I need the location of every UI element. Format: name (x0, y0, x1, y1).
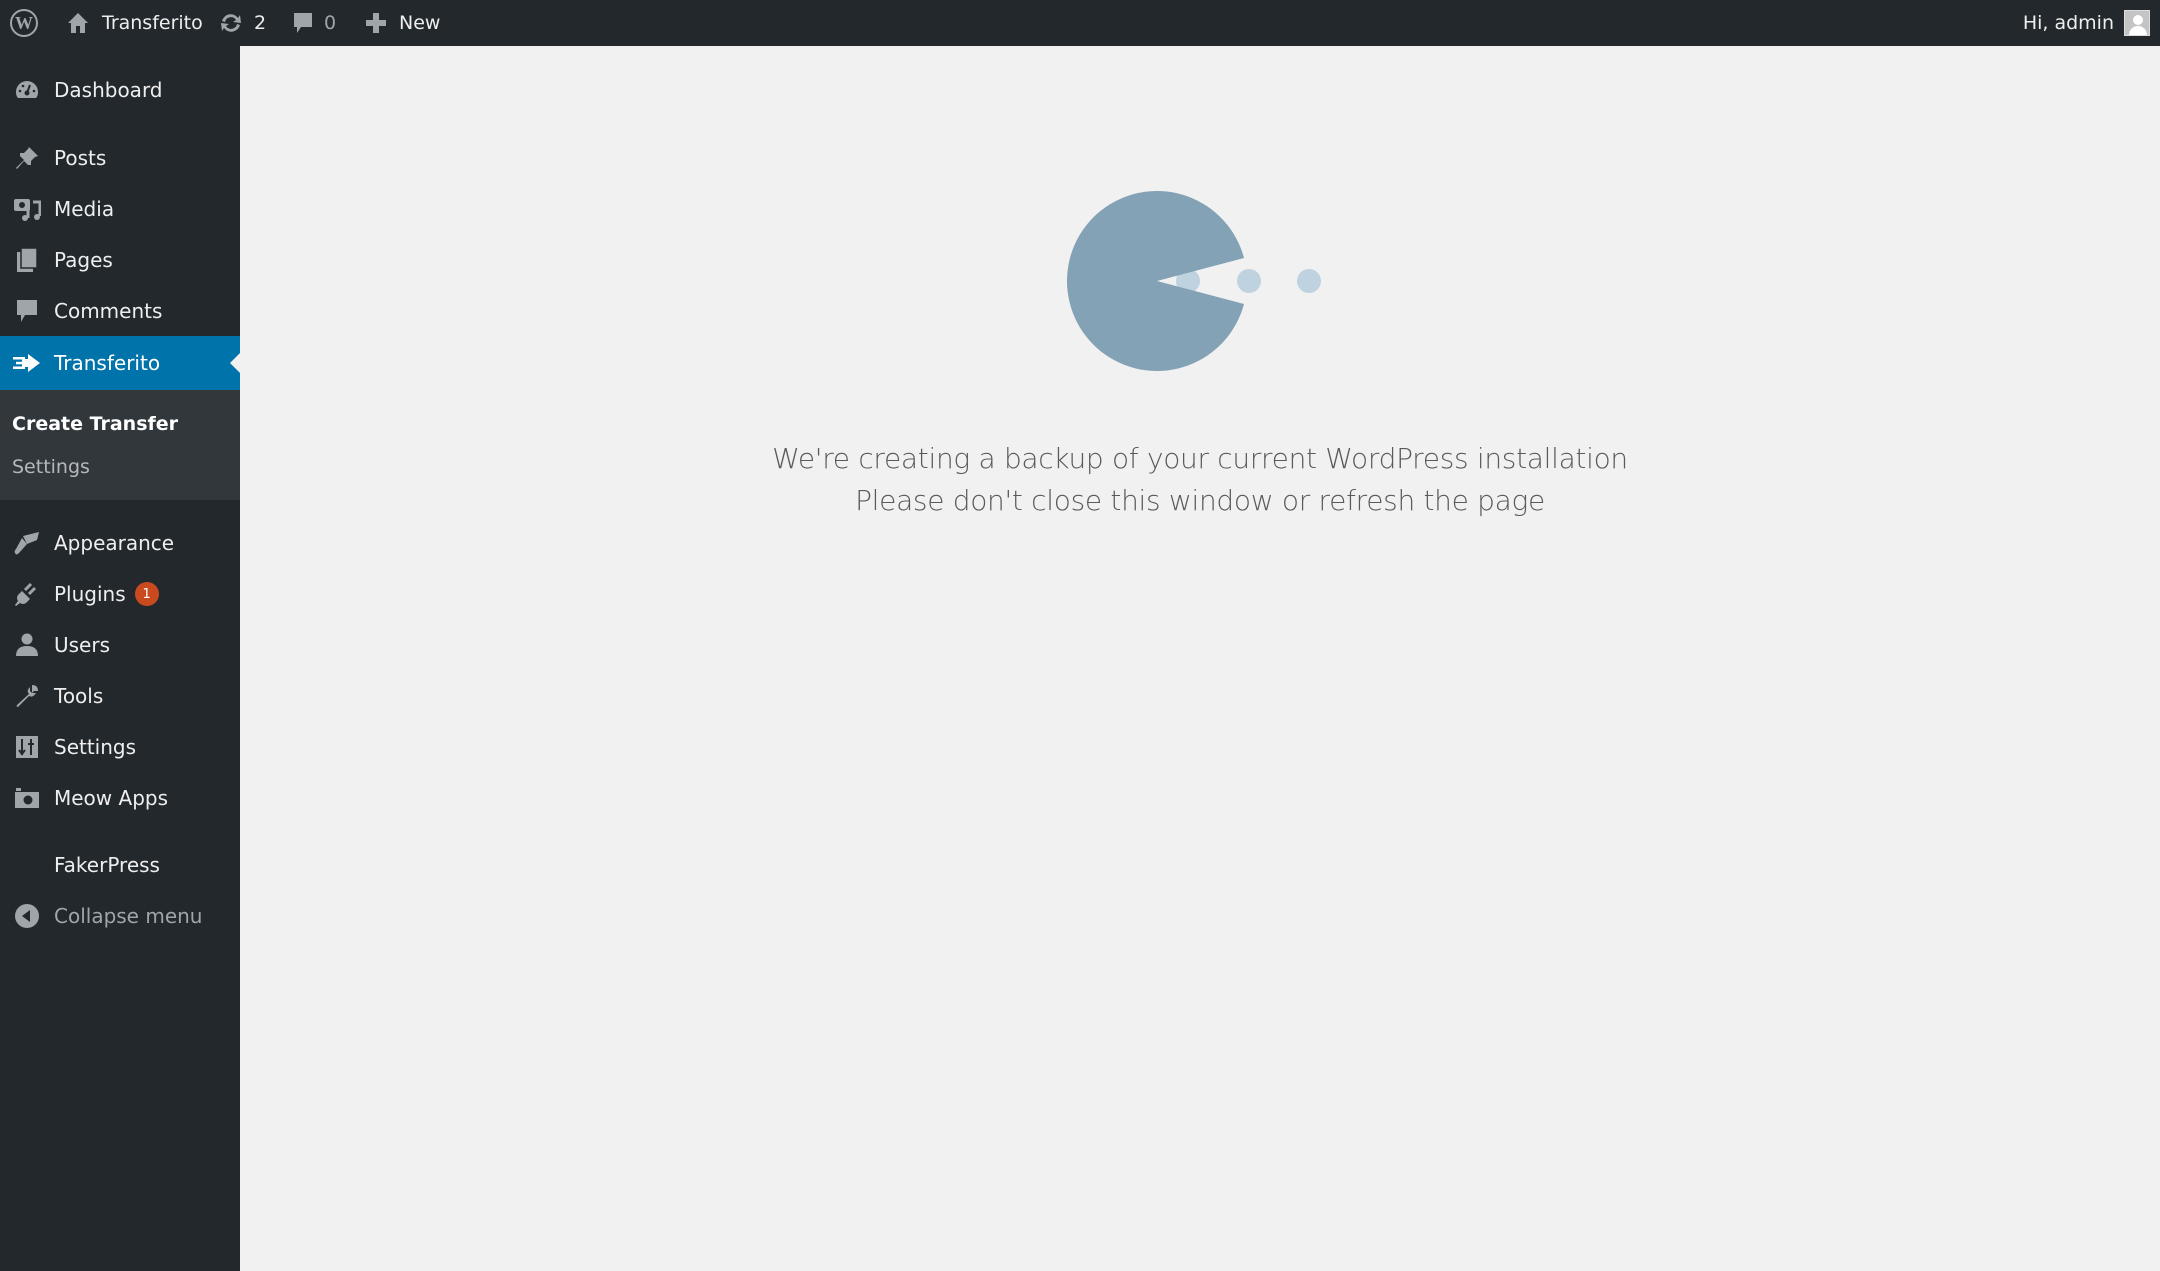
sidebar-item-label: Transferito (54, 351, 161, 375)
plus-icon (366, 13, 386, 33)
updates-count: 2 (254, 12, 267, 34)
new-content-link[interactable]: New (365, 0, 440, 46)
sidebar-item-users[interactable]: Users (0, 622, 240, 668)
pin-icon (0, 145, 54, 171)
wrench-icon (0, 683, 54, 709)
plug-icon (0, 581, 54, 607)
sidebar-item-dashboard[interactable]: Dashboard (0, 67, 240, 113)
sidebar-item-label: Dashboard (54, 78, 163, 102)
brush-icon (0, 530, 54, 556)
dashboard-icon (0, 79, 54, 101)
sidebar-item-pages[interactable]: Pages (0, 237, 240, 283)
sliders-icon (0, 735, 54, 759)
collapse-arrow-icon (0, 903, 54, 929)
sidebar-item-label: Tools (54, 684, 104, 708)
sidebar-item-fakerpress[interactable]: FakerPress (0, 842, 240, 888)
media-icon (0, 196, 54, 222)
avatar (2124, 10, 2150, 36)
sidebar-item-label: Meow Apps (54, 786, 169, 810)
submenu-item-settings[interactable]: Settings (12, 456, 90, 478)
loader-dot (1297, 269, 1321, 293)
sidebar-item-label: FakerPress (54, 853, 160, 877)
sidebar-item-plugins[interactable]: Plugins 1 (0, 571, 240, 617)
sidebar-item-label: Plugins (54, 582, 126, 606)
collapse-menu-button[interactable]: Collapse menu (0, 893, 240, 939)
sidebar-item-label: Appearance (54, 531, 175, 555)
updates-icon (221, 14, 241, 32)
site-name-link[interactable]: Transferito (66, 0, 203, 46)
sidebar-item-label: Posts (54, 146, 107, 170)
transferito-submenu: Create Transfer Settings (0, 390, 240, 500)
sidebar-item-label: Media (54, 197, 115, 221)
new-label: New (399, 12, 441, 34)
comment-icon (294, 13, 312, 33)
status-message-line1: We're creating a backup of your current … (772, 442, 1628, 475)
sidebar-item-label: Collapse menu (54, 904, 203, 928)
updates-link[interactable]: 2 (218, 0, 266, 46)
admin-sidebar: Dashboard Posts Media Pages Comments Tra… (0, 46, 240, 1271)
camera-icon (0, 786, 54, 810)
plugin-update-badge: 1 (134, 582, 159, 606)
greeting: Hi, admin (2022, 12, 2114, 34)
svg-text:W: W (15, 13, 33, 33)
sidebar-item-label: Users (54, 633, 111, 657)
comments-link[interactable]: 0 (292, 0, 336, 46)
loader-dot (1237, 269, 1261, 293)
sidebar-item-label: Pages (54, 248, 113, 272)
sidebar-item-posts[interactable]: Posts (0, 135, 240, 181)
loader-pacman (1066, 191, 1244, 371)
sidebar-item-tools[interactable]: Tools (0, 673, 240, 719)
user-icon (0, 632, 54, 658)
home-icon (68, 13, 88, 33)
pacman-loader-icon (1066, 191, 1321, 371)
sidebar-item-meow-apps[interactable]: Meow Apps (0, 775, 240, 821)
sidebar-item-media[interactable]: Media (0, 186, 240, 232)
my-account-link[interactable]: Hi, admin (2023, 0, 2150, 46)
status-message-line2: Please don't close this window or refres… (855, 484, 1545, 517)
comments-count: 0 (324, 12, 337, 34)
wordpress-logo-icon: W (10, 9, 38, 37)
site-name: Transferito (102, 12, 203, 34)
submenu-item-create-transfer[interactable]: Create Transfer (12, 413, 178, 435)
sidebar-item-label: Settings (54, 735, 137, 759)
wp-logo-button[interactable]: W (9, 0, 39, 46)
sidebar-item-settings[interactable]: Settings (0, 724, 240, 770)
sidebar-item-transferito[interactable]: Transferito (0, 336, 240, 390)
admin-bar: W Transferito 2 0 New Hi, admin (0, 0, 2160, 46)
sidebar-item-appearance[interactable]: Appearance (0, 520, 240, 566)
sidebar-item-comments[interactable]: Comments (0, 288, 240, 334)
sidebar-item-label: Comments (54, 299, 163, 323)
comment-icon (0, 298, 54, 324)
pages-icon (0, 247, 54, 273)
transfer-arrow-icon (0, 352, 54, 374)
